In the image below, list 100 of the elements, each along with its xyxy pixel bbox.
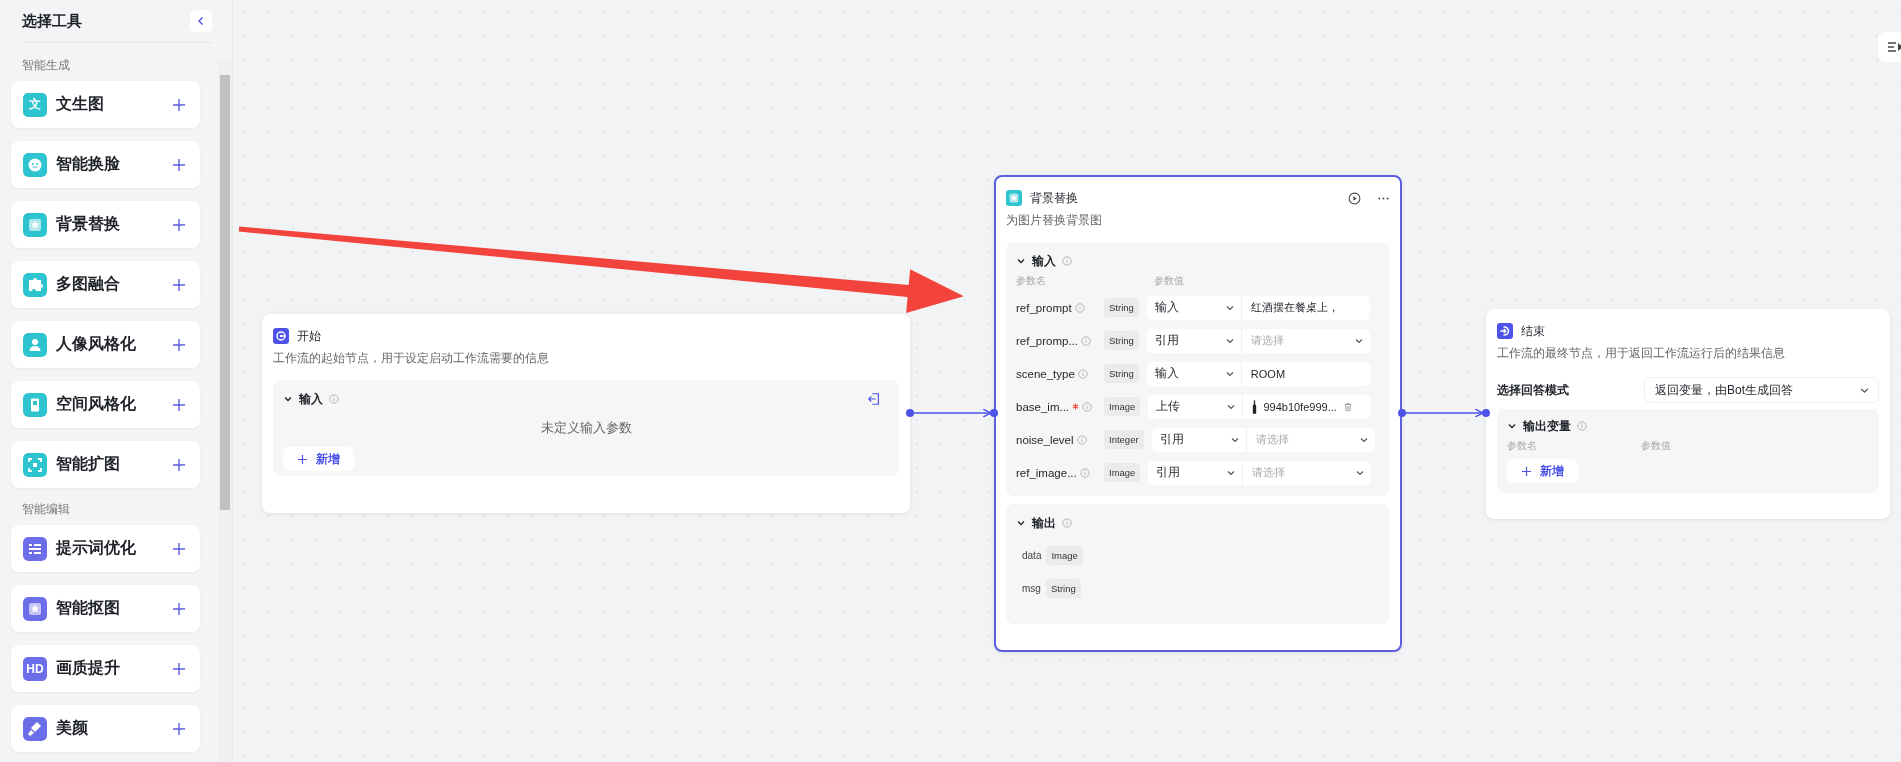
tool-label: 美颜: [56, 718, 89, 738]
value-field[interactable]: ROOM: [1241, 361, 1370, 386]
type-tag: Integer: [1104, 430, 1144, 449]
parameter-name: ref_promp...: [1016, 334, 1078, 347]
bottle-icon: [1252, 399, 1258, 414]
add-icon[interactable]: [172, 337, 186, 352]
add-icon[interactable]: [172, 541, 186, 556]
add-icon[interactable]: [172, 601, 186, 616]
add-icon[interactable]: [172, 397, 186, 412]
scrollbar[interactable]: [218, 59, 232, 762]
type-tag: String: [1104, 364, 1139, 383]
tool-node[interactable]: [994, 175, 1402, 652]
tool-label: 多图融合: [56, 274, 121, 294]
output-name: msg: [1022, 583, 1041, 594]
section-label: 智能生成: [22, 57, 71, 74]
plus-icon: [1521, 465, 1532, 477]
tool-card[interactable]: 文 文生图: [11, 81, 200, 128]
file-name: 994b10fe999...: [1263, 400, 1337, 413]
tool-icon: HD: [23, 656, 47, 681]
sidebar-title: 选择工具: [22, 11, 82, 31]
tool-label: 智能换脸: [56, 154, 121, 174]
tool-card[interactable]: 智能扩图: [11, 441, 200, 488]
tool-label: 智能扩图: [56, 454, 121, 474]
parameter-name: noise_level: [1016, 433, 1074, 446]
type-tag: Image: [1104, 397, 1141, 416]
add-icon[interactable]: [172, 97, 186, 112]
info-icon: [1079, 467, 1090, 478]
type-tag: String: [1104, 298, 1139, 317]
parameter-name: ref_image...: [1016, 466, 1077, 479]
tool-card[interactable]: 人像风格化: [11, 321, 200, 368]
output-name: data: [1022, 550, 1042, 561]
start-node[interactable]: 开始 工作流的起始节点，用于设定启动工作流需要的信息 输入 未定义输入参数 新增: [262, 314, 910, 513]
plus-icon: [297, 453, 308, 465]
add-icon[interactable]: [172, 661, 186, 676]
tool-card[interactable]: 背景替换: [11, 201, 200, 248]
mode-select[interactable]: 返回变量，由Bot生成回答: [1644, 377, 1879, 403]
node-description: 工作流的最终节点，用于返回工作流运行后的结果信息: [1497, 346, 1786, 361]
tool-label: 画质提升: [56, 658, 121, 678]
play-icon[interactable]: [1348, 191, 1361, 205]
output-port[interactable]: [1398, 409, 1406, 417]
section-title: 输入: [299, 390, 323, 408]
parameter-name: scene_type: [1016, 367, 1075, 380]
tool-label: 人像风格化: [56, 334, 137, 354]
tool-label: 文生图: [56, 94, 105, 114]
source-select[interactable]: 引用: [1146, 328, 1242, 353]
panel-toggle-icon: [1887, 41, 1901, 53]
tool-card[interactable]: 智能换脸: [11, 141, 200, 188]
add-icon[interactable]: [172, 277, 186, 292]
exit-icon: [1497, 323, 1513, 339]
section-title: 输入: [1032, 252, 1056, 270]
chevron-icon[interactable]: [1507, 421, 1517, 431]
end-node[interactable]: 结束 工作流的最终节点，用于返回工作流运行后的结果信息 选择回答模式 返回变量，由Bot生成回答 输出变量 参数名 参数值 新增: [1486, 309, 1890, 519]
source-select[interactable]: 输入: [1146, 295, 1242, 320]
tool-card[interactable]: 智能抠图: [11, 585, 200, 632]
add-icon[interactable]: [172, 457, 186, 472]
source-select[interactable]: 引用: [1151, 427, 1247, 452]
tool-card[interactable]: 多图融合: [11, 261, 200, 308]
section-label: 智能编辑: [22, 501, 71, 518]
type-tag: String: [1104, 331, 1139, 350]
star-icon: [1006, 190, 1022, 206]
node-description: 工作流的起始节点，用于设定启动工作流需要的信息: [273, 351, 550, 366]
node-title: 结束: [1521, 322, 1545, 340]
tool-label: 智能抠图: [56, 598, 121, 618]
add-icon[interactable]: [172, 217, 186, 232]
collapse-button[interactable]: [190, 10, 212, 32]
tool-card[interactable]: HD 画质提升: [11, 645, 200, 692]
info-icon: [1074, 302, 1085, 313]
section-title: 输出变量: [1523, 417, 1571, 435]
empty-message: 未定义输入参数: [539, 420, 633, 437]
chevron-icon[interactable]: [1016, 518, 1026, 528]
tool-label: 提示词优化: [56, 538, 137, 558]
tool-card[interactable]: 空间风格化: [11, 381, 200, 428]
add-icon[interactable]: [172, 721, 186, 736]
info-icon: [1081, 335, 1091, 346]
section-title: 输出: [1032, 514, 1056, 532]
import-icon[interactable]: [867, 392, 881, 406]
input-port[interactable]: [990, 409, 998, 417]
delete-icon[interactable]: [1342, 401, 1353, 412]
add-button[interactable]: 新增: [1507, 459, 1578, 483]
tool-card[interactable]: 美颜: [11, 705, 200, 752]
chevron-left-icon: [196, 16, 206, 26]
tool-card[interactable]: 提示词优化: [11, 525, 200, 572]
chevron-icon[interactable]: [283, 394, 293, 404]
source-select[interactable]: 引用: [1148, 460, 1244, 485]
start-icon: [273, 328, 289, 344]
add-button[interactable]: 新增: [283, 447, 354, 471]
output-port[interactable]: [906, 409, 914, 417]
mode-label: 选择回答模式: [1497, 381, 1569, 399]
source-select[interactable]: 输入: [1146, 361, 1242, 386]
type-tag: Image: [1046, 546, 1083, 565]
value-field[interactable]: 红酒摆在餐桌上，: [1241, 295, 1370, 320]
info-icon: [1082, 401, 1093, 412]
type-tag: Image: [1104, 463, 1141, 482]
source-select[interactable]: 上传: [1148, 394, 1244, 419]
column-header: 参数名: [1016, 274, 1047, 288]
node-title: 背景替换: [1030, 189, 1078, 207]
chevron-icon[interactable]: [1016, 256, 1026, 266]
input-port[interactable]: [1482, 409, 1490, 417]
add-icon[interactable]: [172, 157, 186, 172]
column-header: 参数名: [1507, 439, 1538, 453]
